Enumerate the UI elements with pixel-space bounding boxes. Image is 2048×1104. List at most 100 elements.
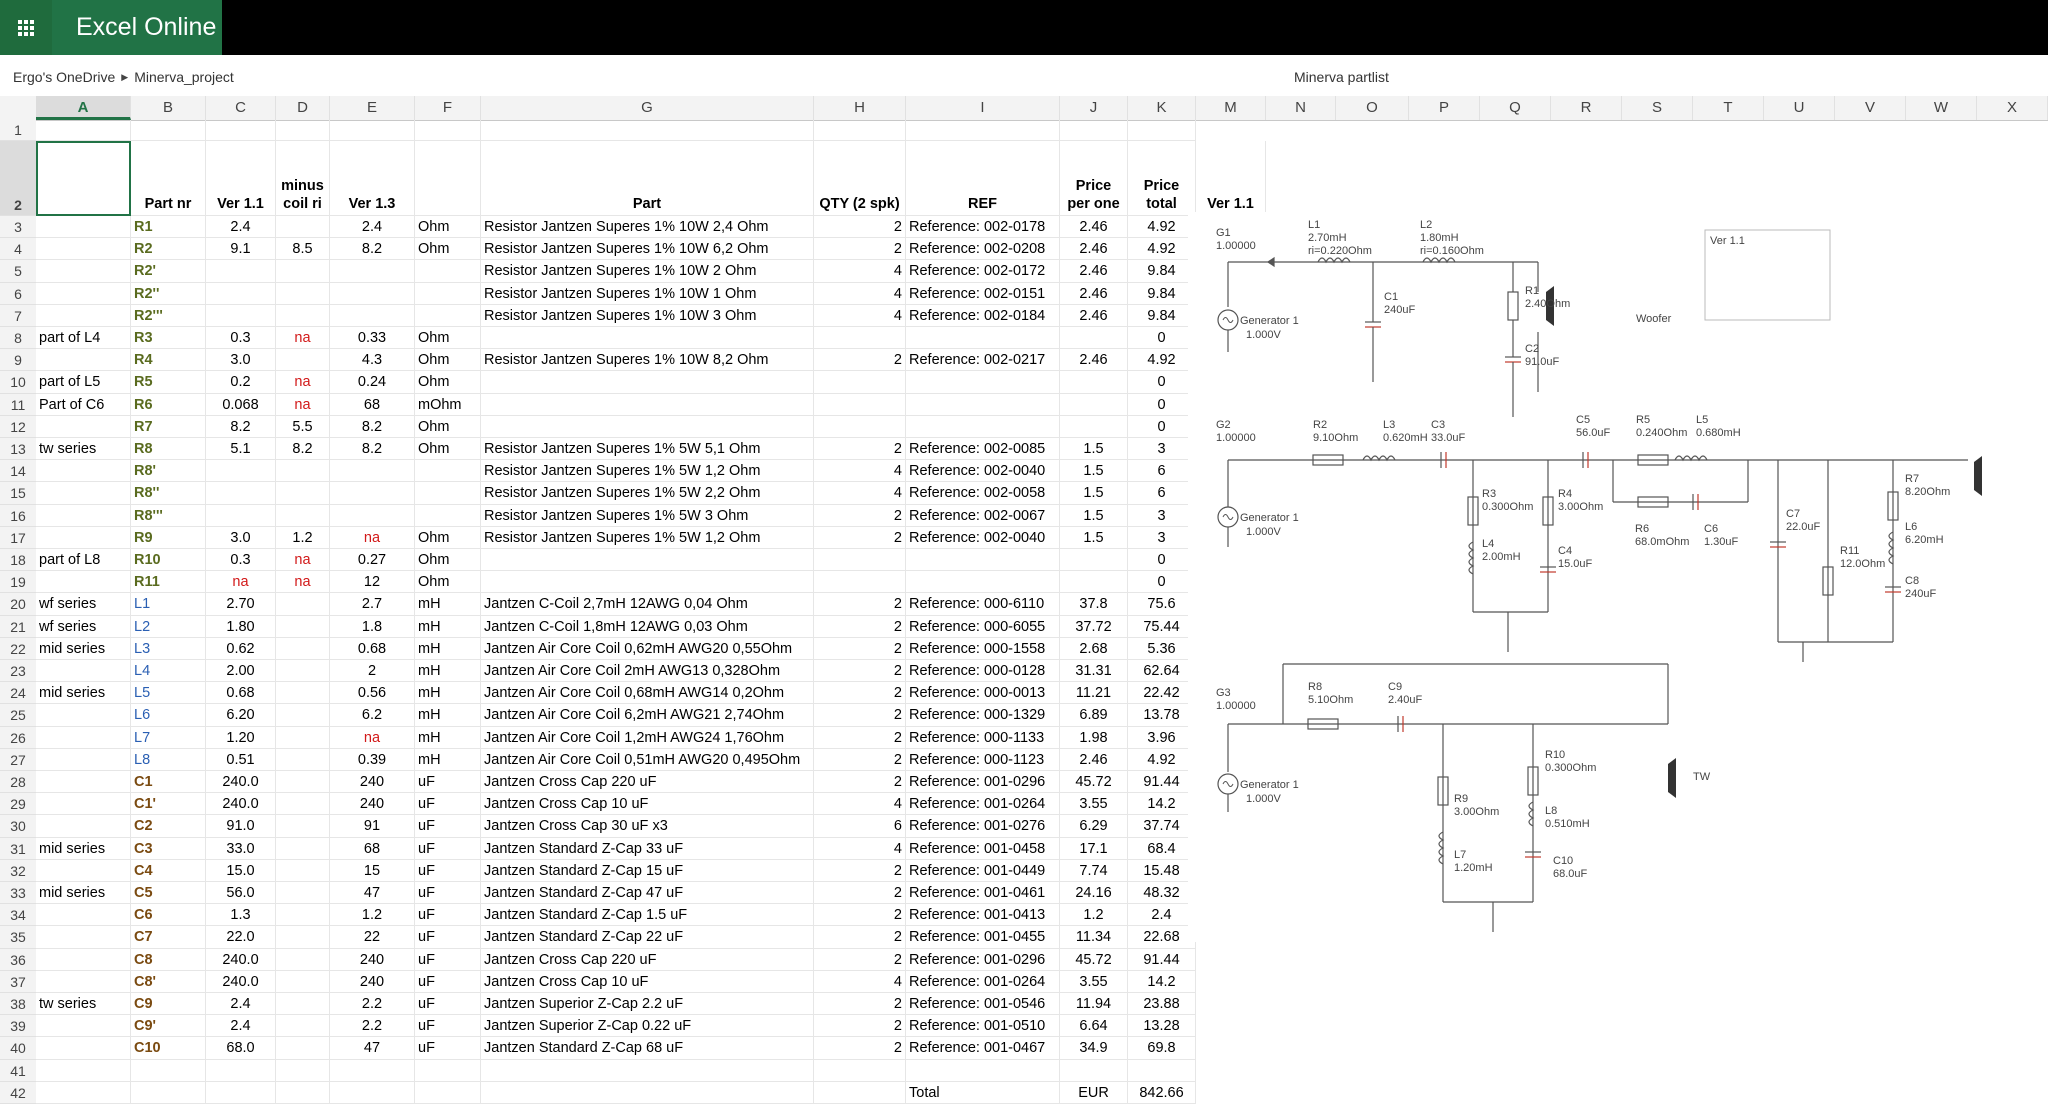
cell-ver11[interactable]: 56.0 [206,882,276,905]
cell-price-per-one[interactable]: 2.46 [1060,304,1128,327]
cell-ver13[interactable]: 2 [330,660,415,683]
cell-ref[interactable]: Reference: 000-1123 [906,748,1060,771]
cell-minus-coil-ri[interactable] [276,615,330,638]
cell-note[interactable] [36,926,131,949]
cell-g1[interactable] [481,120,814,141]
cell-qty[interactable]: 2 [814,904,906,927]
cell-minus-coil-ri[interactable] [276,948,330,971]
cell-minus-coil-ri[interactable]: na [276,393,330,416]
cell-price-total[interactable]: 5.36 [1128,637,1196,660]
column-header-b[interactable]: B [131,96,206,120]
cell-qty[interactable] [814,415,906,438]
cell-minus-coil-ri[interactable] [276,260,330,283]
cell-minus-coil-ri[interactable] [276,593,330,616]
row-header-32[interactable]: 32 [0,859,36,882]
cell-note[interactable]: part of L5 [36,371,131,394]
cell-ver11[interactable]: 0.3 [206,549,276,572]
cell-ver13[interactable] [330,482,415,505]
cell-price-total[interactable]: 4.92 [1128,238,1196,261]
cell-price-total[interactable]: 48.32 [1128,882,1196,905]
cell-part[interactable]: Jantzen Cross Cap 220 uF [481,948,814,971]
cell-price-total[interactable]: 22.42 [1128,682,1196,705]
cell-part-nr[interactable]: R8''' [131,504,206,527]
cell-price-total[interactable]: 0 [1128,327,1196,350]
cell-unit[interactable]: uF [415,948,481,971]
cell-part-nr[interactable]: R8'' [131,482,206,505]
cell-g42[interactable] [481,1081,814,1104]
column-header-f[interactable]: F [415,96,481,120]
cell-qty[interactable]: 2 [814,615,906,638]
cell-ver13[interactable]: 8.2 [330,438,415,461]
cell-unit[interactable]: Ohm [415,438,481,461]
cell-part-nr[interactable]: L7 [131,726,206,749]
cell-unit[interactable] [415,282,481,305]
cell-minus-coil-ri[interactable] [276,1015,330,1038]
cell-ref[interactable]: Reference: 002-0217 [906,349,1060,372]
cell-ver11[interactable]: 33.0 [206,837,276,860]
cell-qty[interactable] [814,549,906,572]
cell-ver11[interactable]: 2.4 [206,216,276,239]
cell-price-per-one[interactable]: 31.31 [1060,660,1128,683]
cell-qty[interactable]: 2 [814,948,906,971]
cell-part[interactable]: Jantzen C-Coil 2,7mH 12AWG 0,04 Ohm [481,593,814,616]
cell-price-total[interactable]: 62.64 [1128,660,1196,683]
cell-price-total[interactable]: 23.88 [1128,993,1196,1016]
cell-qty[interactable]: 2 [814,238,906,261]
cell-part[interactable]: Jantzen Cross Cap 30 uF x3 [481,815,814,838]
cell-ver13[interactable]: 0.27 [330,549,415,572]
cell-minus-coil-ri[interactable] [276,837,330,860]
cell-ref[interactable]: Reference: 002-0067 [906,504,1060,527]
cell-qty[interactable]: 2 [814,993,906,1016]
column-header-q[interactable]: Q [1480,96,1551,120]
cell-b1[interactable] [131,120,206,141]
cell-note[interactable] [36,859,131,882]
cell-ref[interactable] [906,415,1060,438]
cell-ver13[interactable]: 8.2 [330,238,415,261]
cell-price-total[interactable]: 13.78 [1128,704,1196,727]
cell-unit[interactable] [415,482,481,505]
cell-ref[interactable]: Reference: 002-0172 [906,260,1060,283]
cell-price-total[interactable]: 4.92 [1128,349,1196,372]
cell-note[interactable]: mid series [36,682,131,705]
cell-unit[interactable]: uF [415,815,481,838]
cell-j41[interactable] [1060,1059,1128,1082]
row-header-35[interactable]: 35 [0,926,36,949]
cell-ref[interactable]: Reference: 002-0151 [906,282,1060,305]
cell-unit[interactable]: uF [415,882,481,905]
cell-note[interactable] [36,726,131,749]
cell-part-nr[interactable]: C7 [131,926,206,949]
cell-ref[interactable]: Reference: 001-0276 [906,815,1060,838]
cell-part-nr[interactable]: C8' [131,970,206,993]
cell-note[interactable] [36,660,131,683]
header-b[interactable]: Part nr [131,141,206,216]
cell-part[interactable]: Resistor Jantzen Superes 1% 10W 3 Ohm [481,304,814,327]
cell-ver13[interactable]: 68 [330,393,415,416]
cell-ver11[interactable]: 1.3 [206,904,276,927]
cell-qty[interactable]: 2 [814,637,906,660]
cell-part[interactable]: Resistor Jantzen Superes 1% 10W 6,2 Ohm [481,238,814,261]
cell-part[interactable]: Jantzen Cross Cap 10 uF [481,970,814,993]
cell-minus-coil-ri[interactable] [276,815,330,838]
cell-qty[interactable]: 6 [814,815,906,838]
column-header-j[interactable]: J [1060,96,1128,120]
row-header-39[interactable]: 39 [0,1015,36,1038]
cell-minus-coil-ri[interactable] [276,793,330,816]
row-header-7[interactable]: 7 [0,304,36,327]
cell-unit[interactable]: mH [415,726,481,749]
header-f[interactable] [415,141,481,216]
cell-minus-coil-ri[interactable] [276,660,330,683]
cell-qty[interactable]: 4 [814,460,906,483]
cell-note[interactable] [36,460,131,483]
cell-part[interactable]: Jantzen C-Coil 1,8mH 12AWG 0,03 Ohm [481,615,814,638]
cell-note[interactable]: mid series [36,882,131,905]
cell-ver11[interactable]: 15.0 [206,859,276,882]
row-header-29[interactable]: 29 [0,793,36,816]
cell-minus-coil-ri[interactable] [276,771,330,794]
cell-ver11[interactable]: 240.0 [206,793,276,816]
cell-price-per-one[interactable]: 11.34 [1060,926,1128,949]
row-header-23[interactable]: 23 [0,660,36,683]
column-header-d[interactable]: D [276,96,330,120]
cell-d41[interactable] [276,1059,330,1082]
cell-ver13[interactable]: 68 [330,837,415,860]
column-header-h[interactable]: H [814,96,906,120]
